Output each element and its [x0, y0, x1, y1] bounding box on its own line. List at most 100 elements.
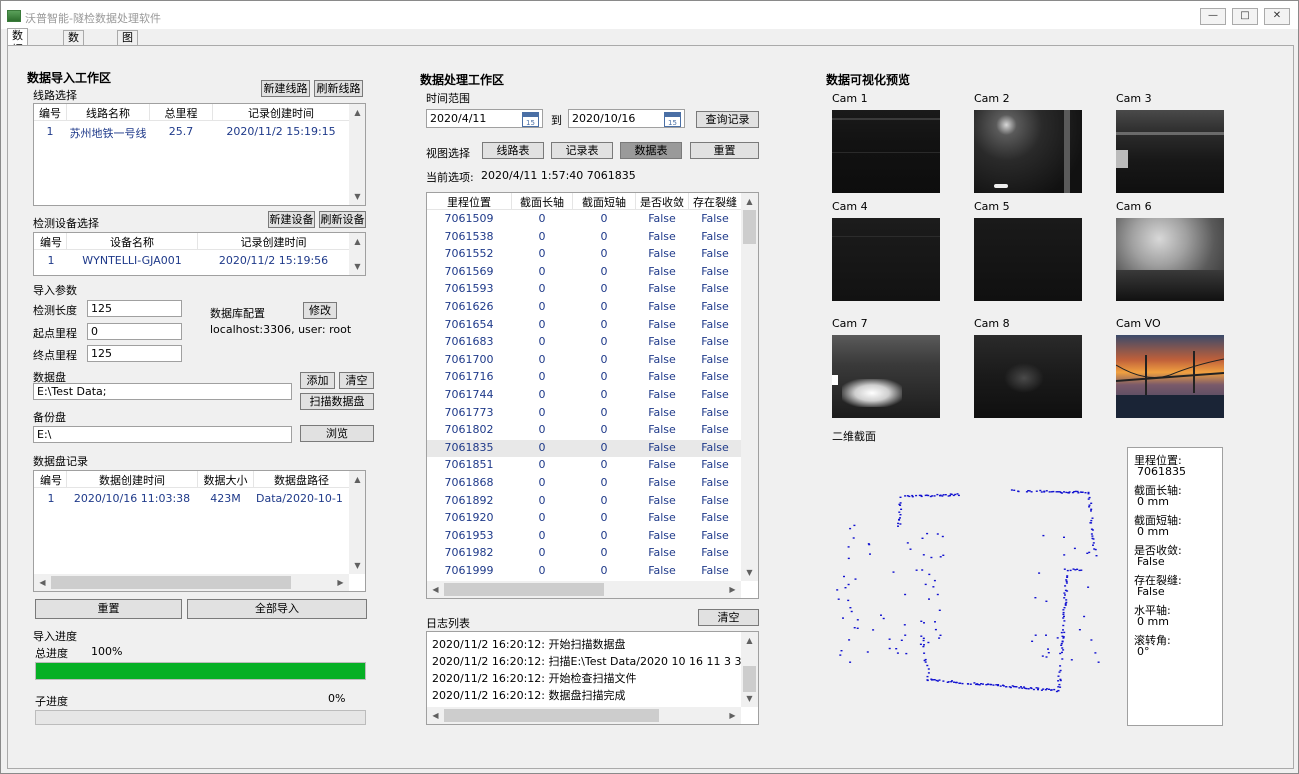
data-table[interactable]: 里程位置 截面长轴 截面短轴 是否收敛 存在裂缝 7061509 0 0 False F…: [426, 192, 759, 599]
date-from-picker[interactable]: 2020/4/11 15: [426, 109, 543, 128]
scroll-down-icon[interactable]: ▼: [349, 557, 365, 574]
cam-7-image[interactable]: [832, 335, 940, 418]
column-header[interactable]: 数据大小: [198, 472, 253, 488]
scroll-left-icon[interactable]: ◀: [34, 574, 51, 591]
scroll-down-icon[interactable]: ▼: [741, 564, 758, 581]
reset-import-button[interactable]: 重置: [35, 599, 182, 619]
cam-4-image[interactable]: [832, 218, 940, 301]
import-panel-title: 数据导入工作区: [27, 71, 112, 85]
scan-disk-button[interactable]: 扫描数据盘: [300, 393, 374, 410]
column-header[interactable]: 截面短轴: [573, 194, 635, 210]
scroll-down-icon[interactable]: ▼: [349, 258, 365, 275]
scroll-left-icon[interactable]: ◀: [427, 707, 444, 724]
column-header[interactable]: 总里程: [150, 105, 212, 121]
device-table[interactable]: 编号 设备名称 记录创建时间 1 WYNTELLI-GJA001 2020/11…: [33, 232, 366, 276]
scroll-up-icon[interactable]: ▲: [349, 471, 365, 488]
browse-button[interactable]: 浏览: [300, 425, 374, 442]
calendar-icon[interactable]: 15: [664, 112, 681, 127]
column-header[interactable]: 数据创建时间: [67, 472, 197, 488]
scroll-thumb[interactable]: [743, 210, 756, 244]
column-header[interactable]: 里程位置: [427, 194, 511, 210]
column-header[interactable]: 线路名称: [67, 105, 149, 121]
line-table-scrollbar[interactable]: ▲ ▼: [349, 104, 365, 205]
data-table-vscrollbar[interactable]: ▲ ▼: [741, 193, 758, 581]
device-table-scrollbar[interactable]: ▲ ▼: [349, 233, 365, 275]
cell: 0: [538, 212, 546, 225]
disk-record-table[interactable]: 编号 数据创建时间 数据大小 数据盘路径 1 2020/10/16 11:03:…: [33, 470, 366, 592]
column-header[interactable]: 设备名称: [67, 234, 197, 250]
column-header[interactable]: 记录创建时间: [213, 105, 349, 121]
section-point: [1094, 652, 1097, 654]
data-table-hscrollbar[interactable]: ◀ ▶: [427, 581, 741, 598]
cam-8-image[interactable]: [974, 335, 1082, 418]
column-header[interactable]: 是否收敛: [636, 194, 688, 210]
date-to-value: 2020/10/16: [572, 112, 636, 125]
section-point: [1066, 576, 1069, 578]
cam-6-image[interactable]: [1116, 218, 1224, 301]
scroll-up-icon[interactable]: ▲: [741, 193, 758, 210]
clear-disk-button[interactable]: 清空: [339, 372, 374, 389]
column-header[interactable]: 编号: [36, 234, 66, 250]
backup-disk-input[interactable]: E:\: [33, 426, 292, 443]
column-header[interactable]: 编号: [36, 105, 64, 121]
scroll-up-icon[interactable]: ▲: [741, 632, 758, 649]
scroll-right-icon[interactable]: ▶: [332, 574, 349, 591]
cell: False: [701, 476, 729, 489]
tab-data-overview[interactable]: 数据概览: [63, 30, 84, 86]
scroll-right-icon[interactable]: ▶: [724, 707, 741, 724]
scroll-up-icon[interactable]: ▲: [349, 233, 365, 250]
scroll-up-icon[interactable]: ▲: [349, 104, 365, 121]
import-all-button[interactable]: 全部导入: [187, 599, 367, 619]
cam-5-image[interactable]: [974, 218, 1082, 301]
maximize-button[interactable]: □: [1232, 8, 1258, 25]
refresh-line-button[interactable]: 刷新线路: [314, 80, 363, 97]
new-line-button[interactable]: 新建线路: [261, 80, 310, 97]
sub-progress-bar: [35, 710, 366, 725]
tab-data-processing[interactable]: 数据处理: [7, 28, 28, 84]
new-device-button[interactable]: 新建设备: [268, 211, 315, 228]
log-hscrollbar[interactable]: ◀ ▶: [427, 707, 741, 724]
scroll-thumb[interactable]: [51, 576, 291, 589]
log-clear-button[interactable]: 清空: [698, 609, 759, 626]
section-point: [847, 583, 850, 586]
column-header[interactable]: 存在裂缝: [689, 194, 741, 210]
date-to-picker[interactable]: 2020/10/16 15: [568, 109, 685, 128]
end-mileage-input[interactable]: 125: [87, 345, 182, 362]
cam-3-image[interactable]: [1116, 110, 1224, 193]
disk-table-vscrollbar[interactable]: ▲ ▼: [349, 471, 365, 574]
data-disk-input[interactable]: E:\Test Data;: [33, 383, 292, 400]
scroll-thumb[interactable]: [444, 583, 604, 596]
scroll-thumb[interactable]: [743, 666, 756, 692]
start-mileage-input[interactable]: 0: [87, 323, 182, 340]
detect-length-input[interactable]: 125: [87, 300, 182, 317]
view-data-table-button[interactable]: 数据表: [620, 142, 682, 159]
scroll-left-icon[interactable]: ◀: [427, 581, 444, 598]
log-list[interactable]: 2020/11/2 16:20:12: 开始扫描数据盘 2020/11/2 16…: [426, 631, 759, 725]
modify-button[interactable]: 修改: [303, 302, 337, 319]
column-header[interactable]: 截面长轴: [512, 194, 572, 210]
cam-1-image[interactable]: [832, 110, 940, 193]
scroll-down-icon[interactable]: ▼: [349, 188, 365, 205]
scroll-down-icon[interactable]: ▼: [741, 690, 758, 707]
add-disk-button[interactable]: 添加: [300, 372, 335, 389]
scroll-right-icon[interactable]: ▶: [724, 581, 741, 598]
column-header[interactable]: 数据盘路径: [254, 472, 349, 488]
scroll-thumb[interactable]: [444, 709, 659, 722]
cam-2-image[interactable]: [974, 110, 1082, 193]
query-records-button[interactable]: 查询记录: [696, 111, 759, 128]
column-header[interactable]: 编号: [36, 472, 66, 488]
cam-vo-image[interactable]: [1116, 335, 1224, 418]
cell: 0: [600, 458, 608, 472]
log-vscrollbar[interactable]: ▲ ▼: [741, 632, 758, 707]
view-record-table-button[interactable]: 记录表: [551, 142, 613, 159]
view-reset-button[interactable]: 重置: [690, 142, 759, 159]
close-button[interactable]: ✕: [1264, 8, 1290, 25]
line-table[interactable]: 编号 线路名称 总里程 记录创建时间 1 苏州地铁一号线 25.7 2020/1…: [33, 103, 366, 206]
view-line-table-button[interactable]: 线路表: [482, 142, 544, 159]
column-header[interactable]: 记录创建时间: [198, 234, 349, 250]
calendar-icon[interactable]: 15: [522, 112, 539, 127]
refresh-device-button[interactable]: 刷新设备: [319, 211, 366, 228]
minimize-button[interactable]: —: [1200, 8, 1226, 25]
tab-image-overview[interactable]: 图像概览: [117, 30, 138, 86]
disk-table-hscrollbar[interactable]: ◀ ▶: [34, 574, 349, 591]
